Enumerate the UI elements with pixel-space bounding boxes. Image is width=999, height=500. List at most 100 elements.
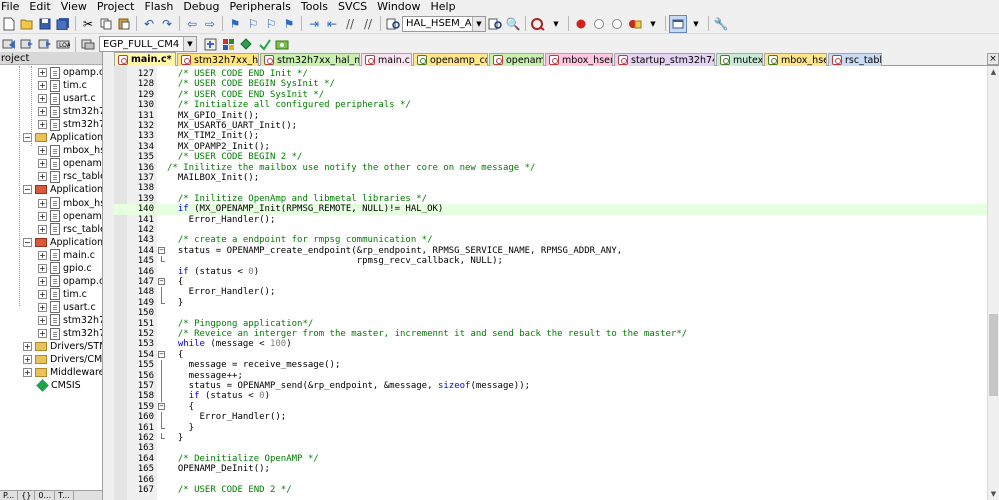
scrollbar-thumb[interactable] (989, 314, 998, 396)
clear-bookmarks-icon[interactable]: ⚑ (280, 15, 298, 33)
code-line[interactable]: 157 status = OPENAMP_send(&rp_endpoint, … (114, 381, 987, 392)
debug-options-icon[interactable]: ▼ (547, 15, 565, 33)
menu-flash[interactable]: Flash (139, 0, 178, 14)
select-packs-icon[interactable] (255, 35, 273, 53)
collapse-toggle-icon[interactable]: + (23, 342, 32, 352)
expand-toggle-icon[interactable]: + (38, 198, 47, 208)
menu-view[interactable]: View (56, 0, 92, 14)
code-line[interactable]: 142 (114, 225, 987, 236)
copy-icon[interactable] (97, 15, 115, 33)
expand-toggle-icon[interactable]: + (38, 120, 47, 130)
code-line[interactable]: 134 MX_OPAMP2_Init(); (114, 142, 987, 153)
code-line[interactable]: 162 } (114, 433, 987, 444)
save-icon[interactable] (36, 15, 54, 33)
new-file-icon[interactable] (0, 15, 18, 33)
tab-books[interactable]: {} (18, 491, 36, 500)
expand-toggle-icon[interactable]: + (38, 107, 47, 117)
code-line[interactable]: 137 MAILBOX_Init(); (114, 173, 987, 184)
expand-toggle-icon[interactable]: + (38, 172, 47, 182)
manage-components-icon[interactable] (237, 35, 255, 53)
menu-window[interactable]: Window (372, 0, 425, 14)
expand-toggle-icon[interactable]: + (38, 315, 47, 325)
chevron-down-icon[interactable]: ▼ (183, 37, 196, 51)
minus-icon[interactable]: − (158, 350, 165, 358)
code-line[interactable]: 158 if (status < 0) (114, 391, 987, 402)
open-file-icon[interactable] (18, 15, 36, 33)
build-icon[interactable] (18, 35, 36, 53)
window-layout-icon[interactable] (669, 14, 687, 33)
file-extensions-icon[interactable] (219, 35, 237, 53)
code-line[interactable]: 135 /* USER CODE BEGIN 2 */ (114, 152, 987, 163)
code-line[interactable]: 131 MX_GPIO_Init(); (114, 111, 987, 122)
fold-collapse-icon[interactable]: − (157, 350, 166, 361)
code-line[interactable]: 155 message = receive_message(); (114, 360, 987, 371)
editor-tab[interactable]: mbox_hsem.h (764, 53, 827, 66)
rebuild-icon[interactable] (36, 35, 54, 53)
unindent-icon[interactable]: ⇤ (323, 15, 341, 33)
expand-toggle-icon[interactable]: + (38, 289, 47, 299)
tree-file[interactable]: + openamp (38, 210, 102, 223)
editor-tab[interactable]: openamp.c (489, 53, 544, 66)
translate-icon[interactable] (0, 35, 18, 53)
prev-bookmark-icon[interactable]: ⚐ (244, 15, 262, 33)
menu-tools[interactable]: Tools (296, 0, 333, 14)
tab-functions[interactable]: 0... (35, 491, 56, 500)
code-line[interactable]: 136 /* Inilitize the mailbox use notify t… (114, 163, 987, 174)
tree-file[interactable]: + rsc_table.c (38, 170, 102, 183)
code-line[interactable]: 140 if (MX_OPENAMP_Init(RPMSG_REMOTE, NU… (114, 204, 987, 215)
redo-icon[interactable]: ↷ (158, 15, 176, 33)
code-line[interactable]: 145 rpmsg_recv_callback, NULL); (114, 256, 987, 267)
menu-project[interactable]: Project (92, 0, 140, 14)
code-line[interactable]: 144− status = OPENAMP_create_endpoint(&r… (114, 246, 987, 257)
breakpoint-insert-icon[interactable] (572, 15, 590, 33)
code-line[interactable]: 156 message++; (114, 370, 987, 382)
minus-icon[interactable]: − (158, 246, 165, 254)
code-line[interactable]: 160 Error_Handler(); (114, 412, 987, 423)
tree-file[interactable]: + usart.c (38, 92, 96, 105)
tree-file[interactable]: + rsc_table.c (38, 223, 102, 236)
incremental-find-icon[interactable] (486, 15, 504, 33)
expand-toggle-icon[interactable]: + (38, 224, 47, 234)
scroll-up-icon[interactable]: ▲ (988, 66, 999, 78)
comment-icon[interactable]: // (341, 15, 359, 33)
editor-tab[interactable]: mbox_hsem.c (545, 53, 613, 66)
code-editor[interactable]: 127 /* USER CODE END Init */128 /* USER … (114, 66, 987, 500)
tree-folder[interactable]: + Middlewares/ (23, 366, 102, 379)
expand-toggle-icon[interactable]: + (38, 146, 47, 156)
target-select[interactable]: EGP_FULL_CM4 ▼ (99, 36, 197, 52)
collapse-toggle-icon[interactable]: + (23, 368, 32, 378)
paste-icon[interactable] (115, 15, 133, 33)
undo-icon[interactable]: ↶ (140, 15, 158, 33)
navigate-forward-icon[interactable]: ⇨ (201, 15, 219, 33)
expand-toggle-icon[interactable]: + (38, 276, 47, 286)
tree-file[interactable]: + opamp.c (38, 275, 102, 288)
find-combo[interactable]: HAL_HSEM_ActivateNotif ▼ (402, 15, 486, 32)
editor-tab[interactable]: stm32h7xx_hal_msp.c (177, 53, 259, 66)
tree-file[interactable]: + tim.c (38, 288, 87, 301)
code-line[interactable]: 151 /* Pingpong application*/ (114, 319, 987, 330)
tree-folder[interactable]: + Drivers/STM3 (23, 340, 102, 353)
code-line[interactable]: 138 (114, 183, 987, 194)
code-line[interactable]: 167 /* USER CODE END 2 */ (114, 485, 987, 496)
debug-start-icon[interactable] (529, 15, 547, 33)
code-line[interactable]: 161 } (114, 422, 987, 434)
next-bookmark-icon[interactable]: ⚐ (262, 15, 280, 33)
expand-toggle-icon[interactable]: + (38, 159, 47, 169)
save-all-icon[interactable] (54, 15, 72, 33)
code-line[interactable]: 152 /* Reveice an interger from the mast… (114, 329, 987, 340)
expand-toggle-icon[interactable]: + (38, 94, 47, 104)
tree-file[interactable]: + stm32h7x (38, 118, 102, 131)
tree-folder[interactable]: + Drivers/CMSI (23, 353, 102, 366)
breakpoint-kill-icon[interactable] (626, 15, 644, 33)
menu-svcs[interactable]: SVCS (333, 0, 372, 14)
tree-file[interactable]: + stm32h7x (38, 105, 102, 118)
tree-file[interactable]: + stm32h7x (38, 327, 102, 340)
pack-installer-icon[interactable] (273, 35, 291, 53)
editor-vertical-scrollbar[interactable]: ▲ ▼ (987, 66, 999, 500)
tree-file[interactable]: + openamp (38, 157, 102, 170)
tab-project[interactable]: P... (0, 491, 19, 500)
editor-tab[interactable]: main.c (361, 53, 412, 66)
code-line[interactable]: 164 /* Deinitialize OpenAMP */ (114, 454, 987, 465)
tree-file[interactable]: + opamp.c (38, 66, 102, 79)
code-line[interactable]: 141 Error_Handler(); (114, 215, 987, 226)
